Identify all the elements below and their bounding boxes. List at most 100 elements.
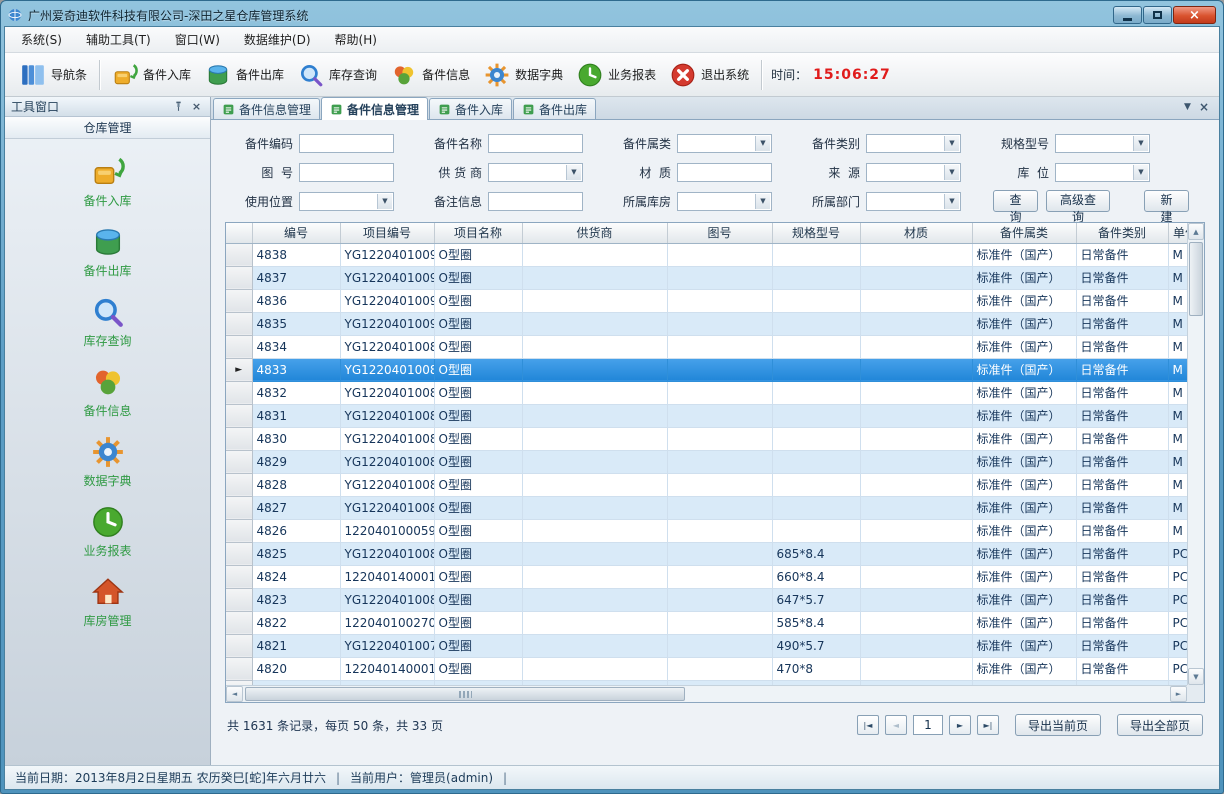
table-row[interactable]: 48261220401000599O型圈标准件（国产）日常备件M — [226, 519, 1187, 542]
filter-source-select[interactable]: ▼ — [866, 163, 961, 182]
scroll-right-button[interactable]: ► — [1170, 686, 1187, 702]
table-row[interactable]: 4828YG12204010083O型圈标准件（国产）日常备件M — [226, 473, 1187, 496]
sidebar-item-business-report[interactable]: 业务报表 — [5, 505, 210, 559]
column-header-part-category[interactable]: 备件属类 — [972, 223, 1076, 243]
panel-close-icon[interactable]: × — [189, 99, 204, 114]
filter-use-position-select[interactable]: ▼ — [299, 192, 394, 211]
table-row[interactable]: 4830YG12204010085O型圈标准件（国产）日常备件M — [226, 427, 1187, 450]
table-row[interactable]: 4821YG12204010079O型圈490*5.7标准件（国产）日常备件PC — [226, 634, 1187, 657]
sidebar-item-inventory-query[interactable]: 库存查询 — [5, 295, 210, 349]
filter-department-select[interactable]: ▼ — [866, 192, 961, 211]
filter-warehouse-select[interactable]: ▼ — [677, 192, 772, 211]
table-row[interactable]: 48221220401002700O型圈585*8.4标准件（国产）日常备件PC — [226, 611, 1187, 634]
toolbar-business-report-button[interactable]: 业务报表 — [570, 58, 663, 92]
filter-location-select[interactable]: ▼ — [1055, 163, 1150, 182]
toolbar-parts-info-button[interactable]: 备件信息 — [384, 58, 477, 92]
tool-window-header: 工具窗口 × — [5, 97, 210, 117]
vertical-scrollbar[interactable]: ▲ ▼ — [1187, 223, 1204, 685]
table-row[interactable]: 4834YG12204010089O型圈标准件（国产）日常备件M — [226, 335, 1187, 358]
prev-page-button[interactable]: ◄ — [885, 715, 907, 735]
menu-item-system[interactable]: 系统(S) — [9, 27, 74, 52]
table-row[interactable]: 4836YG12204010091O型圈标准件（国产）日常备件M — [226, 289, 1187, 312]
tab-close-icon[interactable]: × — [1199, 100, 1209, 114]
column-header-spec-model[interactable]: 规格型号 — [772, 223, 860, 243]
first-page-button[interactable]: |◄ — [857, 715, 879, 735]
table-row[interactable]: ►4833YG12204010088O型圈标准件（国产）日常备件M — [226, 358, 1187, 381]
sidebar-item-data-dict[interactable]: 数据字典 — [5, 435, 210, 489]
scroll-left-button[interactable]: ◄ — [226, 686, 243, 702]
tab-parts-info-mgmt-1[interactable]: 备件信息管理 — [213, 98, 320, 119]
menu-item-aux-tools[interactable]: 辅助工具(T) — [74, 27, 163, 52]
filter-material-input[interactable] — [677, 163, 772, 182]
filter-part-type-select[interactable]: ▼ — [866, 134, 961, 153]
filter-supplier-select[interactable]: ▼ — [488, 163, 583, 182]
filter-part-name-input[interactable] — [488, 134, 583, 153]
page-number-input[interactable] — [913, 715, 943, 735]
minimize-button[interactable] — [1113, 6, 1142, 24]
export-current-page-button[interactable]: 导出当前页 — [1015, 714, 1101, 736]
toolbar-parts-inbound-button[interactable]: 备件入库 — [105, 58, 198, 92]
filter-remark-input[interactable] — [488, 192, 583, 211]
table-cell — [667, 450, 772, 473]
filter-spec-model-select[interactable]: ▼ — [1055, 134, 1150, 153]
horizontal-scroll-track[interactable] — [243, 686, 1170, 702]
table-row[interactable]: 4832YG12204010087O型圈标准件（国产）日常备件M — [226, 381, 1187, 404]
export-all-pages-button[interactable]: 导出全部页 — [1117, 714, 1203, 736]
sidebar-item-parts-info[interactable]: 备件信息 — [5, 365, 210, 419]
tab-parts-inbound[interactable]: 备件入库 — [429, 98, 512, 119]
tab-parts-outbound[interactable]: 备件出库 — [513, 98, 596, 119]
table-row[interactable]: 4829YG12204010084O型圈标准件（国产）日常备件M — [226, 450, 1187, 473]
column-header-material[interactable]: 材质 — [860, 223, 972, 243]
advanced-query-button[interactable]: 高级查询 — [1046, 190, 1110, 212]
table-row[interactable]: 4838YG12204010093O型圈标准件（国产）日常备件M — [226, 243, 1187, 266]
tab-parts-info-mgmt-2[interactable]: 备件信息管理 — [321, 97, 428, 120]
table-cell: 标准件（国产） — [972, 381, 1076, 404]
sidebar-item-parts-inbound[interactable]: 备件入库 — [5, 155, 210, 209]
menu-item-help[interactable]: 帮助(H) — [323, 27, 389, 52]
table-row[interactable]: 4837YG12204010092O型圈标准件（国产）日常备件M — [226, 266, 1187, 289]
column-header-drawing-no[interactable]: 图号 — [667, 223, 772, 243]
sidebar-item-warehouse-mgmt[interactable]: 库房管理 — [5, 575, 210, 629]
next-page-button[interactable]: ► — [949, 715, 971, 735]
horizontal-scrollbar[interactable]: ◄ ► — [226, 685, 1187, 702]
toolbar-separator — [99, 60, 100, 90]
query-button[interactable]: 查询 — [993, 190, 1038, 212]
column-header-number[interactable]: 编号 — [252, 223, 340, 243]
toolbar-navbar-button[interactable]: 导航条 — [13, 58, 94, 92]
column-header-part-type[interactable]: 备件类别 — [1076, 223, 1168, 243]
toolbar-inventory-query-button[interactable]: 库存查询 — [291, 58, 384, 92]
tab-list-chevron-icon[interactable]: ▼ — [1184, 102, 1191, 112]
table-row[interactable]: 4827YG12204010082O型圈标准件（国产）日常备件M — [226, 496, 1187, 519]
menu-item-window[interactable]: 窗口(W) — [163, 27, 232, 52]
table-cell: 标准件（国产） — [972, 634, 1076, 657]
scroll-down-button[interactable]: ▼ — [1188, 668, 1204, 685]
horizontal-scroll-thumb[interactable] — [245, 687, 685, 701]
menu-item-data-maintain[interactable]: 数据维护(D) — [232, 27, 323, 52]
maximize-button[interactable] — [1143, 6, 1172, 24]
table-row[interactable]: 4823YG12204010080O型圈647*5.7标准件（国产）日常备件PC — [226, 588, 1187, 611]
table-row[interactable]: 4825YG12204010081O型圈685*8.4标准件（国产）日常备件PC — [226, 542, 1187, 565]
new-button[interactable]: 新建 — [1144, 190, 1189, 212]
column-header-unit[interactable]: 单位 — [1168, 223, 1187, 243]
sidebar-item-parts-outbound[interactable]: 备件出库 — [5, 225, 210, 279]
toolbar-parts-outbound-button[interactable]: 备件出库 — [198, 58, 291, 92]
scroll-up-button[interactable]: ▲ — [1188, 223, 1204, 240]
column-header-project-name[interactable]: 项目名称 — [434, 223, 522, 243]
vertical-scroll-thumb[interactable] — [1189, 242, 1203, 316]
table-row[interactable]: 4831YG12204010086O型圈标准件（国产）日常备件M — [226, 404, 1187, 427]
filter-drawing-no-input[interactable] — [299, 163, 394, 182]
table-row[interactable]: 48201220401400013O型圈470*8标准件（国产）日常备件PC — [226, 657, 1187, 680]
table-row[interactable]: 48241220401400012O型圈660*8.4标准件（国产）日常备件PC — [226, 565, 1187, 588]
close-button[interactable]: × — [1173, 6, 1216, 24]
toolbar-data-dict-button[interactable]: 数据字典 — [477, 58, 570, 92]
pin-icon[interactable] — [172, 100, 185, 113]
filter-part-code-input[interactable] — [299, 134, 394, 153]
filter-part-category-select[interactable]: ▼ — [677, 134, 772, 153]
table-cell — [522, 266, 667, 289]
column-header-supplier[interactable]: 供货商 — [522, 223, 667, 243]
vertical-scroll-track[interactable] — [1188, 240, 1204, 668]
table-row[interactable]: 4835YG12204010090O型圈标准件（国产）日常备件M — [226, 312, 1187, 335]
column-header-project-code[interactable]: 项目编号 — [340, 223, 434, 243]
toolbar-exit-system-button[interactable]: 退出系统 — [663, 58, 756, 92]
last-page-button[interactable]: ►| — [977, 715, 999, 735]
